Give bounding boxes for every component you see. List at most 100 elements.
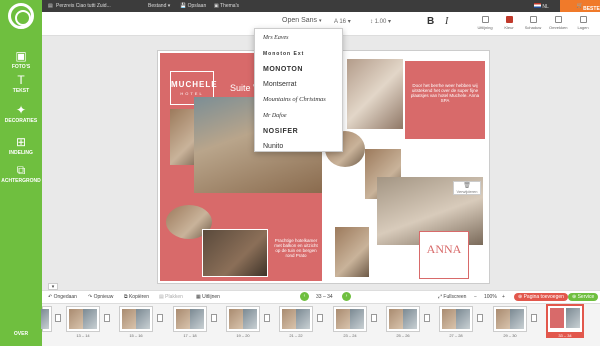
sidebar-item-about[interactable]: OVER	[0, 331, 42, 337]
thumbnail-label: 33 – 34	[546, 333, 584, 338]
page-options-icon[interactable]	[531, 314, 537, 322]
color-tool[interactable]: Kleur	[500, 16, 518, 30]
sidebar-item-layout[interactable]: ⊞ INDELING	[0, 136, 42, 156]
redo-button[interactable]: ↷ Opnieuw	[88, 294, 113, 300]
app-logo-icon[interactable]	[8, 3, 34, 29]
page-options-icon[interactable]	[424, 314, 430, 322]
sidebar-item-decorations[interactable]: ✦ DECORATIES	[0, 104, 42, 124]
page-options-icon[interactable]	[371, 314, 377, 322]
font-family-dropdown: Mrs Eaves Monoton Ext MONOTON Montserrat…	[254, 28, 343, 152]
menu-themes[interactable]: ▣ Thema's	[214, 3, 239, 9]
color-icon	[505, 16, 513, 23]
thumbnail-label: 29 – 30	[503, 333, 517, 338]
photo-frame[interactable]	[202, 229, 268, 277]
caption-box[interactable]: Door het berrhe weer hebben wij uitsteke…	[405, 61, 485, 139]
sidebar-item-photos[interactable]: ▣ FOTO'S	[0, 50, 42, 70]
thumbnail[interactable]	[41, 306, 52, 332]
page-options-icon[interactable]	[157, 314, 163, 322]
text-icon: T	[17, 73, 25, 87]
right-page[interactable]: Door het berrhe weer hebben wij uitsteke…	[323, 53, 487, 281]
layers-tool[interactable]: Lagen	[574, 16, 592, 30]
font-size-icon: A	[334, 19, 338, 25]
font-size-select[interactable]: A 16 ▾	[334, 18, 351, 25]
zoom-in-button[interactable]: +	[502, 294, 505, 300]
font-option[interactable]: NOSIFER	[263, 128, 298, 135]
line-height-select[interactable]: ↕ 1.00 ▾	[370, 18, 391, 25]
sidebar-item-label: DECORATIES	[4, 118, 38, 124]
page-thumbnails-strip: 13 – 14 15 – 16 17 – 18 19 – 20 21 – 22 …	[41, 304, 600, 346]
trash-icon: 🗑	[463, 183, 471, 189]
page-options-icon[interactable]	[104, 314, 110, 322]
font-option[interactable]: Mr Dafoe	[263, 113, 287, 119]
thumbnail-label: 23 – 24	[343, 333, 357, 338]
thumbnail-label: 27 – 28	[449, 333, 463, 338]
sidebar-item-text[interactable]: T TEKST	[0, 74, 42, 94]
decoration-icon: ✦	[15, 103, 27, 117]
anna-brand-block[interactable]: ANNA	[419, 231, 469, 279]
undo-button[interactable]: ↶ Ongedaan	[48, 294, 77, 300]
previous-page-button[interactable]: ‹	[300, 292, 309, 301]
shadow-tool[interactable]: Schaduw	[524, 16, 542, 30]
caption-text: Door het berrhe weer hebben wij uitsteke…	[410, 83, 480, 103]
service-button[interactable]: ⊕ Service	[568, 293, 599, 301]
photo-frame[interactable]	[335, 227, 369, 277]
font-option[interactable]: MONOTON	[263, 66, 303, 73]
next-page-button[interactable]: ›	[342, 292, 351, 301]
thumbnail-label: 17 – 18	[183, 333, 197, 338]
font-option[interactable]: Montserrat	[263, 81, 296, 88]
thumbnail-active[interactable]	[546, 304, 584, 334]
thumbnail-label: 13 – 14	[76, 333, 90, 338]
page-options-icon[interactable]	[317, 314, 323, 322]
paste-button[interactable]: ▤ Plakken	[159, 294, 183, 300]
copy-button[interactable]: ⧉ Kopiëren	[124, 294, 149, 300]
menu-file[interactable]: Bestand ▾	[148, 3, 170, 9]
thumbnail[interactable]	[66, 306, 100, 332]
font-option[interactable]: Monoton Ext	[263, 51, 304, 57]
align-tool[interactable]: Uitlijning	[476, 16, 494, 30]
thumbnail[interactable]	[386, 306, 420, 332]
italic-button[interactable]: I	[445, 16, 448, 27]
thumbnail-label: 15 – 16	[129, 333, 143, 338]
fullscreen-button[interactable]: ⤢ Fullscreen	[438, 294, 466, 300]
font-option[interactable]: Mountains of Christmas	[263, 96, 326, 103]
about-label: OVER	[13, 331, 29, 337]
project-name[interactable]: Perzreis Ciao tutti Zuid...	[56, 3, 111, 9]
sidebar-item-label: FOTO'S	[11, 64, 31, 70]
font-option[interactable]: Nunito	[263, 143, 283, 150]
thumbnail[interactable]	[119, 306, 153, 332]
menu-save[interactable]: 💾 Opslaan	[180, 3, 206, 9]
order-button[interactable]: 🛒 BESTELLEN	[560, 0, 600, 12]
transform-icon	[554, 16, 562, 23]
caption-text: Prachtige hotelkamer met balkon en uitzi…	[274, 238, 318, 258]
page-options-icon[interactable]	[477, 314, 483, 322]
zoom-out-button[interactable]: −	[474, 294, 477, 300]
thumbnail[interactable]	[333, 306, 367, 332]
thumbnail[interactable]	[226, 306, 260, 332]
delete-tooltip[interactable]: 🗑 Verwijderen	[453, 181, 481, 195]
bottom-action-bar: ↶ Ongedaan ↷ Opnieuw ⧉ Kopiëren ▤ Plakke…	[42, 290, 600, 304]
page-options-icon[interactable]	[211, 314, 217, 322]
thumbnail[interactable]	[439, 306, 473, 332]
collapse-thumbnails-button[interactable]: ▾	[48, 283, 58, 290]
sidebar-item-label: INDELING	[9, 150, 33, 156]
flag-icon	[534, 3, 541, 8]
photo-frame[interactable]	[347, 59, 403, 129]
add-pages-button[interactable]: ⊕ Pagina toevoegen	[514, 293, 568, 301]
photo-icon: ▣	[15, 49, 27, 63]
bold-button[interactable]: B	[427, 16, 434, 27]
transform-tool[interactable]: Omrekken	[549, 16, 567, 30]
page-options-icon[interactable]	[264, 314, 270, 322]
thumbnail[interactable]	[173, 306, 207, 332]
thumbnail-label: 21 – 22	[289, 333, 303, 338]
page-options-icon[interactable]	[55, 314, 61, 322]
align-button[interactable]: ▦ Uitlijnen	[196, 294, 220, 300]
sidebar-item-label: TEKST	[12, 88, 30, 94]
caption-box[interactable]: Prachtige hotelkamer met balkon en uitzi…	[272, 228, 320, 278]
language-selector[interactable]: NL	[534, 3, 549, 10]
shadow-icon	[529, 16, 537, 23]
thumbnail[interactable]	[493, 306, 527, 332]
sidebar-item-background[interactable]: ⧉ ACHTERGROND	[0, 164, 42, 184]
thumbnail[interactable]	[279, 306, 313, 332]
layers-icon	[579, 16, 587, 23]
font-option[interactable]: Mrs Eaves	[263, 35, 289, 41]
